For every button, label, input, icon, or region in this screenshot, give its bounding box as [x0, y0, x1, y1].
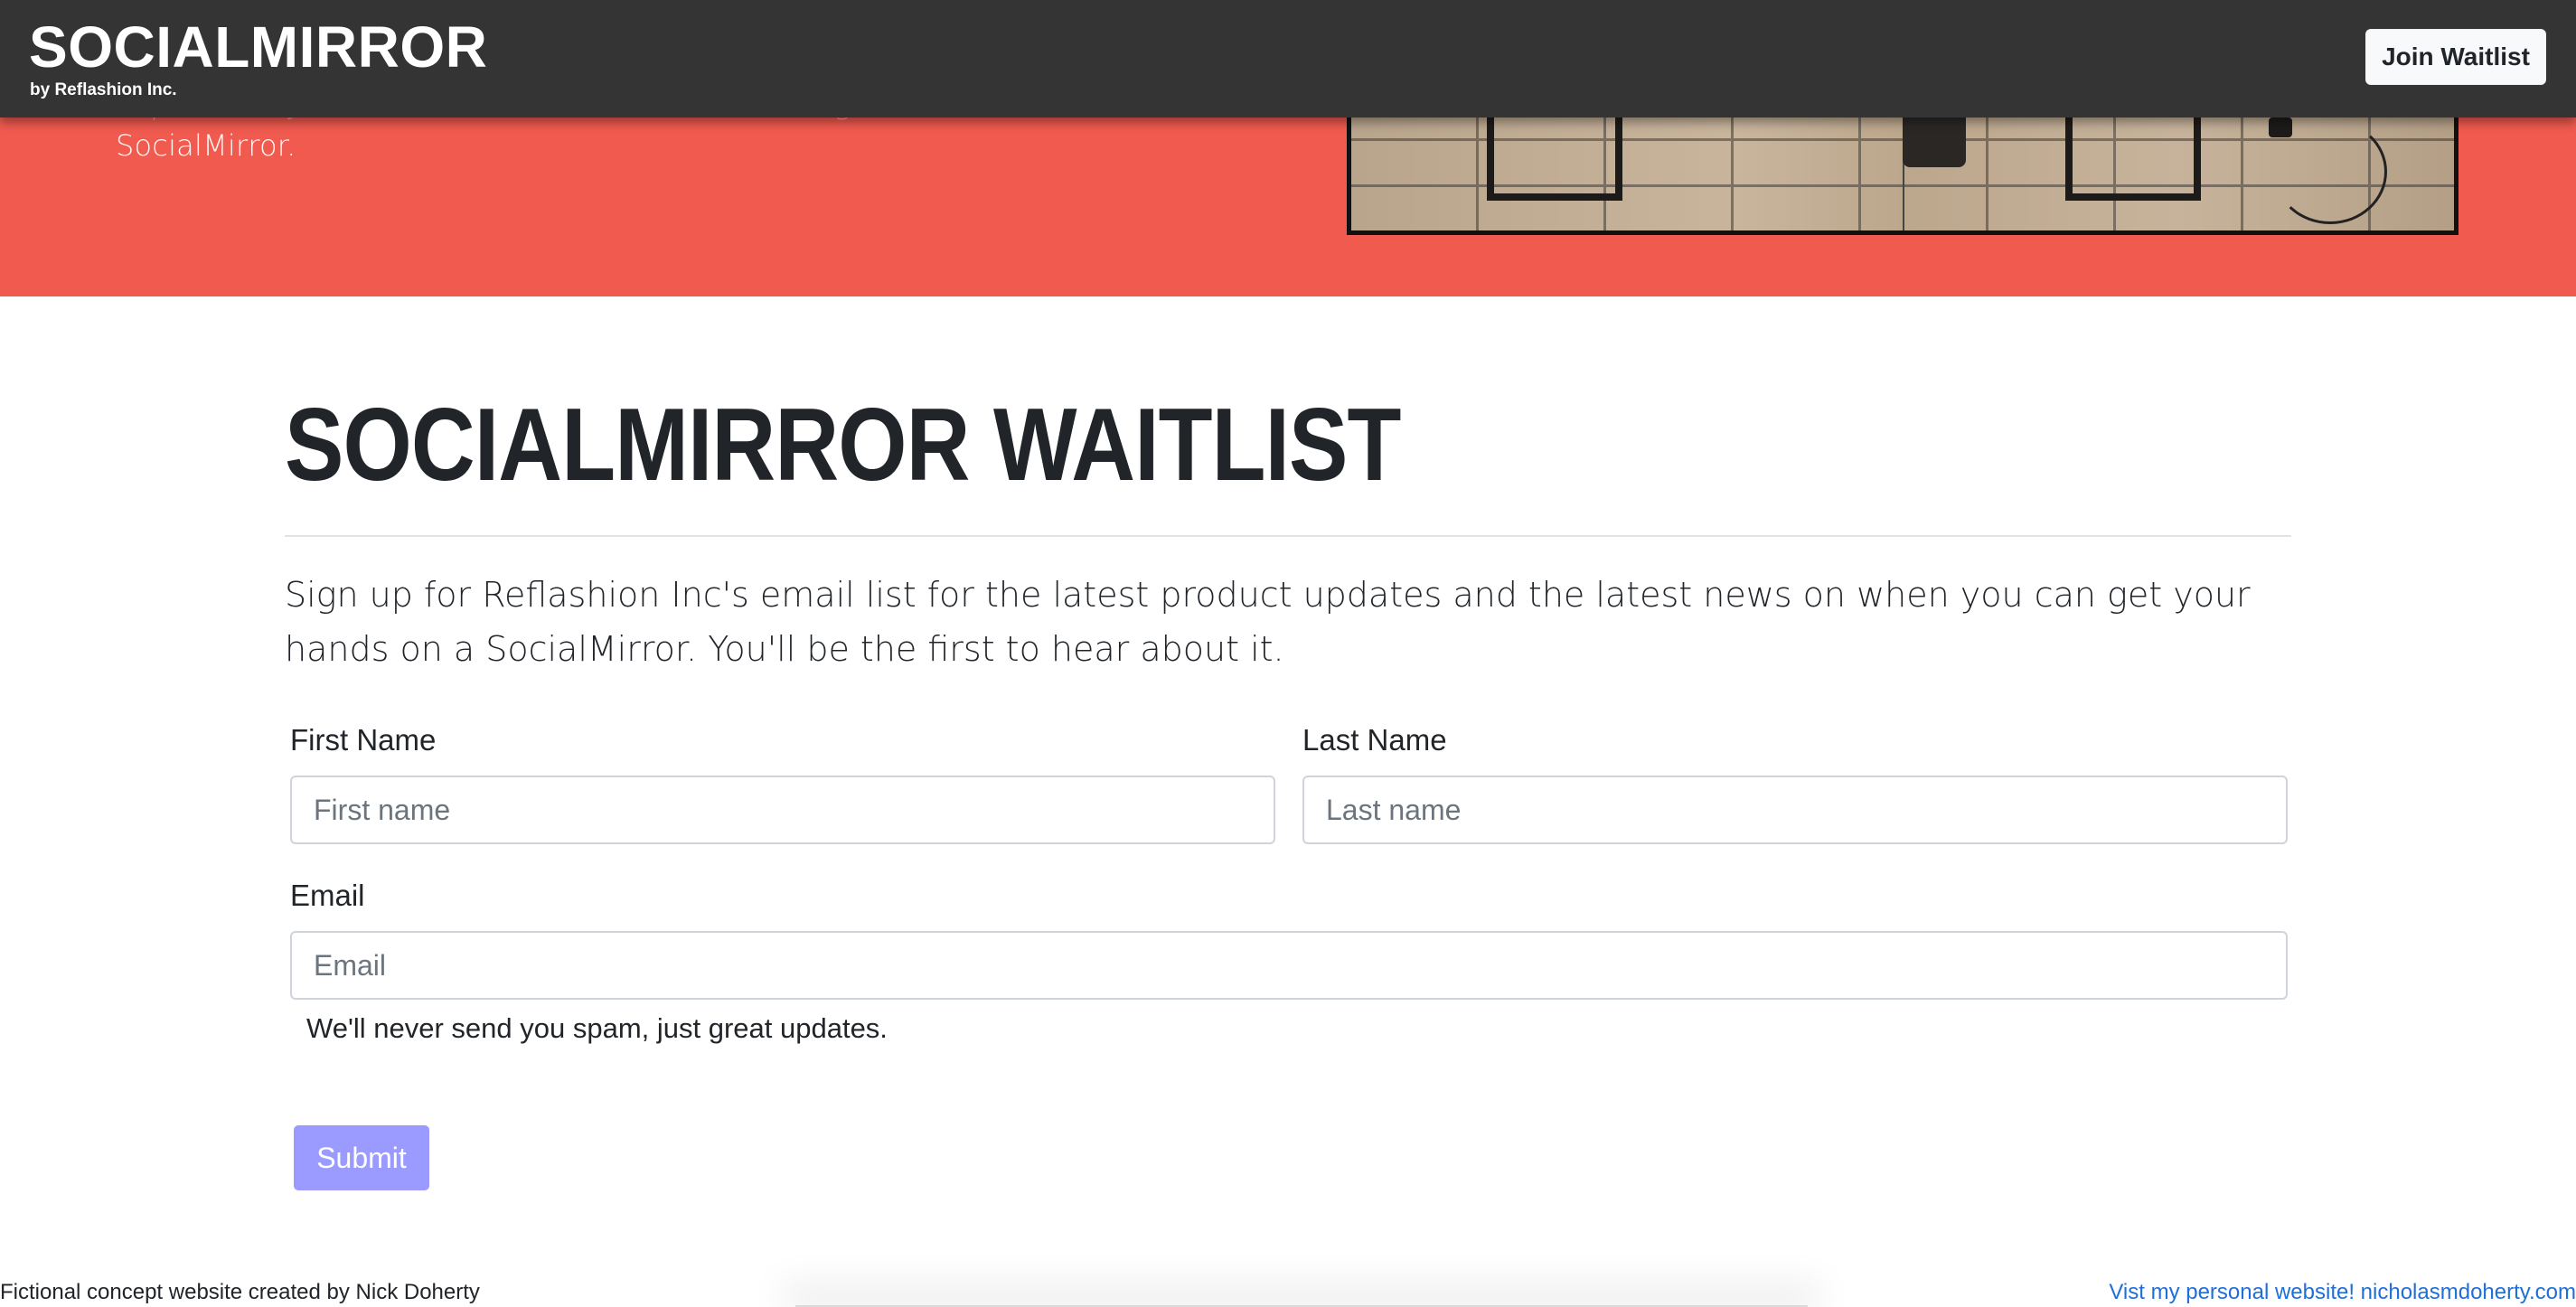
- hero-product-photo: [1347, 99, 2458, 235]
- page-title: SOCIALMIRROR WAITLIST: [285, 388, 1401, 503]
- hero-text: SocialMirror.: [116, 128, 296, 163]
- first-name-input[interactable]: [290, 776, 1275, 844]
- top-navbar: SOCIALMIRROR by Reflashion Inc. Join Wai…: [0, 0, 2576, 118]
- first-name-label: First Name: [290, 723, 437, 757]
- footer-credit: Fictional concept website created by Nic…: [0, 1280, 480, 1304]
- power-cable: [2273, 119, 2387, 224]
- last-name-label: Last Name: [1302, 723, 1447, 757]
- brand-logo[interactable]: SOCIALMIRROR: [29, 14, 487, 80]
- submit-button[interactable]: Submit: [294, 1125, 429, 1190]
- email-input[interactable]: [290, 931, 2288, 1000]
- title-divider: [285, 535, 2291, 537]
- intro-text: Sign up for Reflashion Inc's email list …: [285, 575, 2251, 669]
- last-name-input[interactable]: [1302, 776, 2288, 844]
- brand-subtitle: by Reflashion Inc.: [30, 80, 177, 99]
- join-waitlist-button[interactable]: Join Waitlist: [2365, 29, 2546, 85]
- personal-website-link[interactable]: Vist my personal website! nicholasmdoher…: [2109, 1280, 2576, 1305]
- email-label: Email: [290, 879, 365, 912]
- email-help-text: We'll never send you spam, just great up…: [306, 1012, 888, 1044]
